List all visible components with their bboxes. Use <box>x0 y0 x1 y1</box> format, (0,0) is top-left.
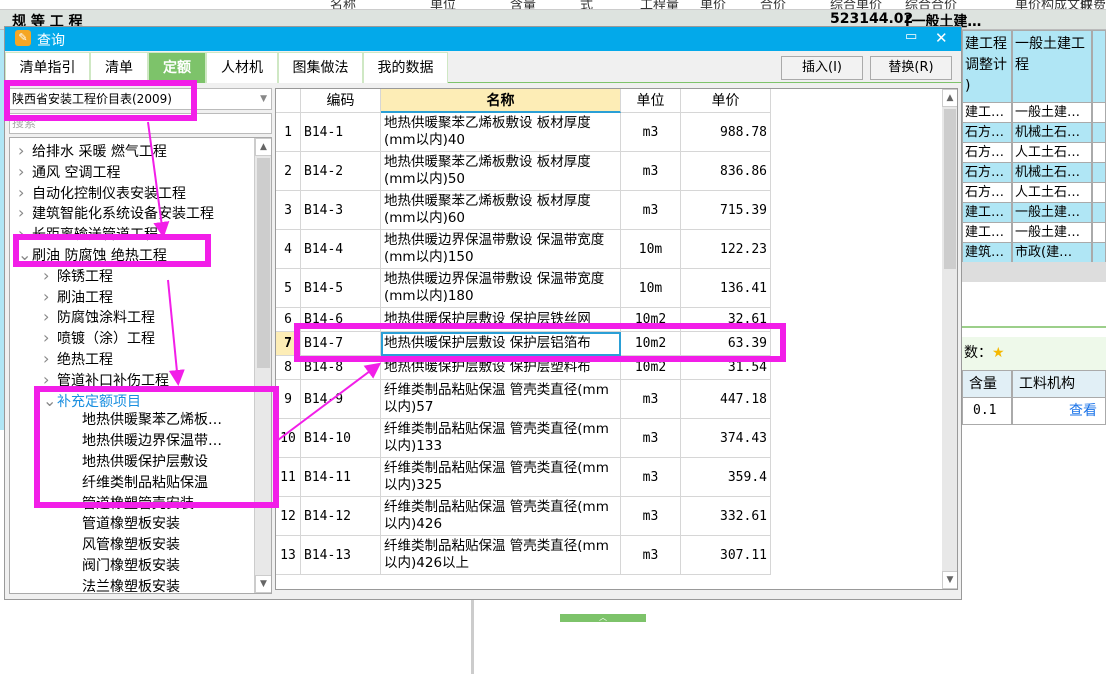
annotation-overlay <box>4 80 786 508</box>
highlight-tree-category <box>13 234 211 267</box>
annotation-arrow <box>277 362 382 441</box>
annotation-arrow <box>167 279 185 386</box>
highlight-supplement-items <box>34 386 279 508</box>
highlight-selected-row <box>294 323 786 362</box>
annotation-arrow <box>147 121 170 238</box>
highlight-library-select <box>4 80 197 121</box>
